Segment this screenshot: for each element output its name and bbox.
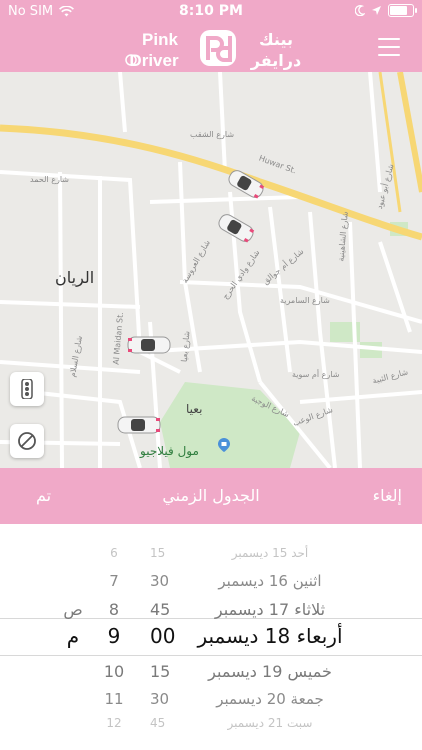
picker-hour-cell: 11	[104, 690, 124, 708]
date-time-picker[interactable]: أحد 15 ديسمبر 15 6 اثنين 16 ديسمبر 30 7 ثلاثاء…	[0, 524, 422, 750]
logo-text-driver: Driver	[129, 51, 179, 70]
picker-date-cell: اثنين 16 ديسمبر	[218, 572, 322, 590]
schedule-toolbar: تم الجدول الزمني إلغاء	[0, 468, 422, 524]
no-entry-button[interactable]	[10, 424, 44, 458]
hamburger-menu-icon[interactable]	[378, 38, 400, 56]
picker-hour-cell: 9	[107, 624, 121, 648]
map-label-baaya: بعيا	[186, 402, 203, 416]
logo-text-ar-2: درايفر	[250, 51, 301, 70]
map-label-street: شارع أم سوية	[292, 370, 340, 379]
picker-minute-cell: 45	[150, 600, 171, 619]
picker-date-cell: أربعاء 18 ديسمبر	[197, 624, 343, 648]
traffic-light-button[interactable]	[10, 372, 44, 406]
picker-row[interactable]: اثنين 16 ديسمبر 30 7	[0, 572, 422, 595]
picker-hour-cell: 10	[103, 662, 125, 681]
picker-minute-cell: 15	[150, 662, 171, 681]
location-arrow-icon	[372, 6, 381, 15]
toolbar-title: الجدول الزمني	[162, 486, 260, 505]
picker-row[interactable]: أحد 15 ديسمبر 15 6	[0, 546, 422, 566]
picker-hour-cell: 8	[108, 600, 120, 619]
picker-minute-cell: 15	[150, 546, 166, 560]
picker-date-cell: خميس 19 ديسمبر	[208, 662, 332, 681]
status-right	[355, 4, 417, 17]
shopping-pin-icon[interactable]	[218, 438, 230, 452]
map-view[interactable]: الريان Huwar St. Al Maidan St. بعيا مول …	[0, 72, 422, 468]
picker-row[interactable]: ثلاثاء 17 ديسمبر 45 8 ص	[0, 600, 422, 624]
moon-icon	[355, 5, 365, 16]
traffic-light-icon	[21, 379, 33, 399]
map-label-street: شارع الحمد	[30, 175, 69, 184]
picker-minute-cell: 30	[150, 572, 170, 590]
picker-ampm-cell: ص	[63, 600, 83, 619]
picker-row-selected[interactable]: أربعاء 18 ديسمبر 00 9 م	[0, 624, 422, 652]
picker-date-cell: ثلاثاء 17 ديسمبر	[214, 600, 326, 619]
app-logo: Pink Driver بينك درايفر	[118, 26, 318, 70]
picker-date-cell: أحد 15 ديسمبر	[231, 546, 309, 560]
picker-minute-cell: 45	[150, 716, 166, 730]
picker-hour-cell: 7	[109, 572, 119, 590]
picker-minute-cell: 30	[150, 690, 170, 708]
picker-date-cell: جمعة 20 ديسمبر	[216, 690, 324, 708]
car-icon[interactable]	[224, 168, 268, 200]
car-icon[interactable]	[124, 330, 174, 360]
picker-minute-cell: 00	[150, 624, 176, 648]
picker-hour-cell: 12	[106, 716, 122, 730]
no-entry-icon	[18, 432, 36, 450]
app-header: Pink Driver بينك درايفر	[0, 24, 422, 72]
picker-row[interactable]: سبت 21 ديسمبر 45 12	[0, 716, 422, 736]
pink-driver-logo: Pink Driver بينك درايفر	[125, 30, 301, 70]
picker-date-cell: سبت 21 ديسمبر	[227, 716, 313, 730]
cancel-button[interactable]: إلغاء	[373, 486, 402, 505]
battery-icon	[388, 4, 417, 17]
picker-ampm-cell: م	[66, 624, 80, 648]
logo-text-ar-1: بينك	[259, 30, 293, 49]
car-icon[interactable]	[212, 210, 260, 246]
logo-text-pink: Pink	[142, 30, 178, 49]
picker-hour-cell: 6	[110, 546, 118, 560]
picker-row[interactable]: خميس 19 ديسمبر 15 10	[0, 662, 422, 686]
map-label-street: شارع الشقب	[190, 130, 235, 139]
picker-row[interactable]: جمعة 20 ديسمبر 30 11	[0, 690, 422, 713]
map-label-al-rayyan: الريان	[55, 268, 95, 287]
status-bar: No SIM 8:10 PM	[0, 0, 422, 24]
map-label-villaggio-mall: مول فيلاجيو	[140, 444, 199, 458]
car-icon[interactable]	[114, 410, 164, 440]
map-label-street: شارع السامرية	[280, 296, 330, 305]
